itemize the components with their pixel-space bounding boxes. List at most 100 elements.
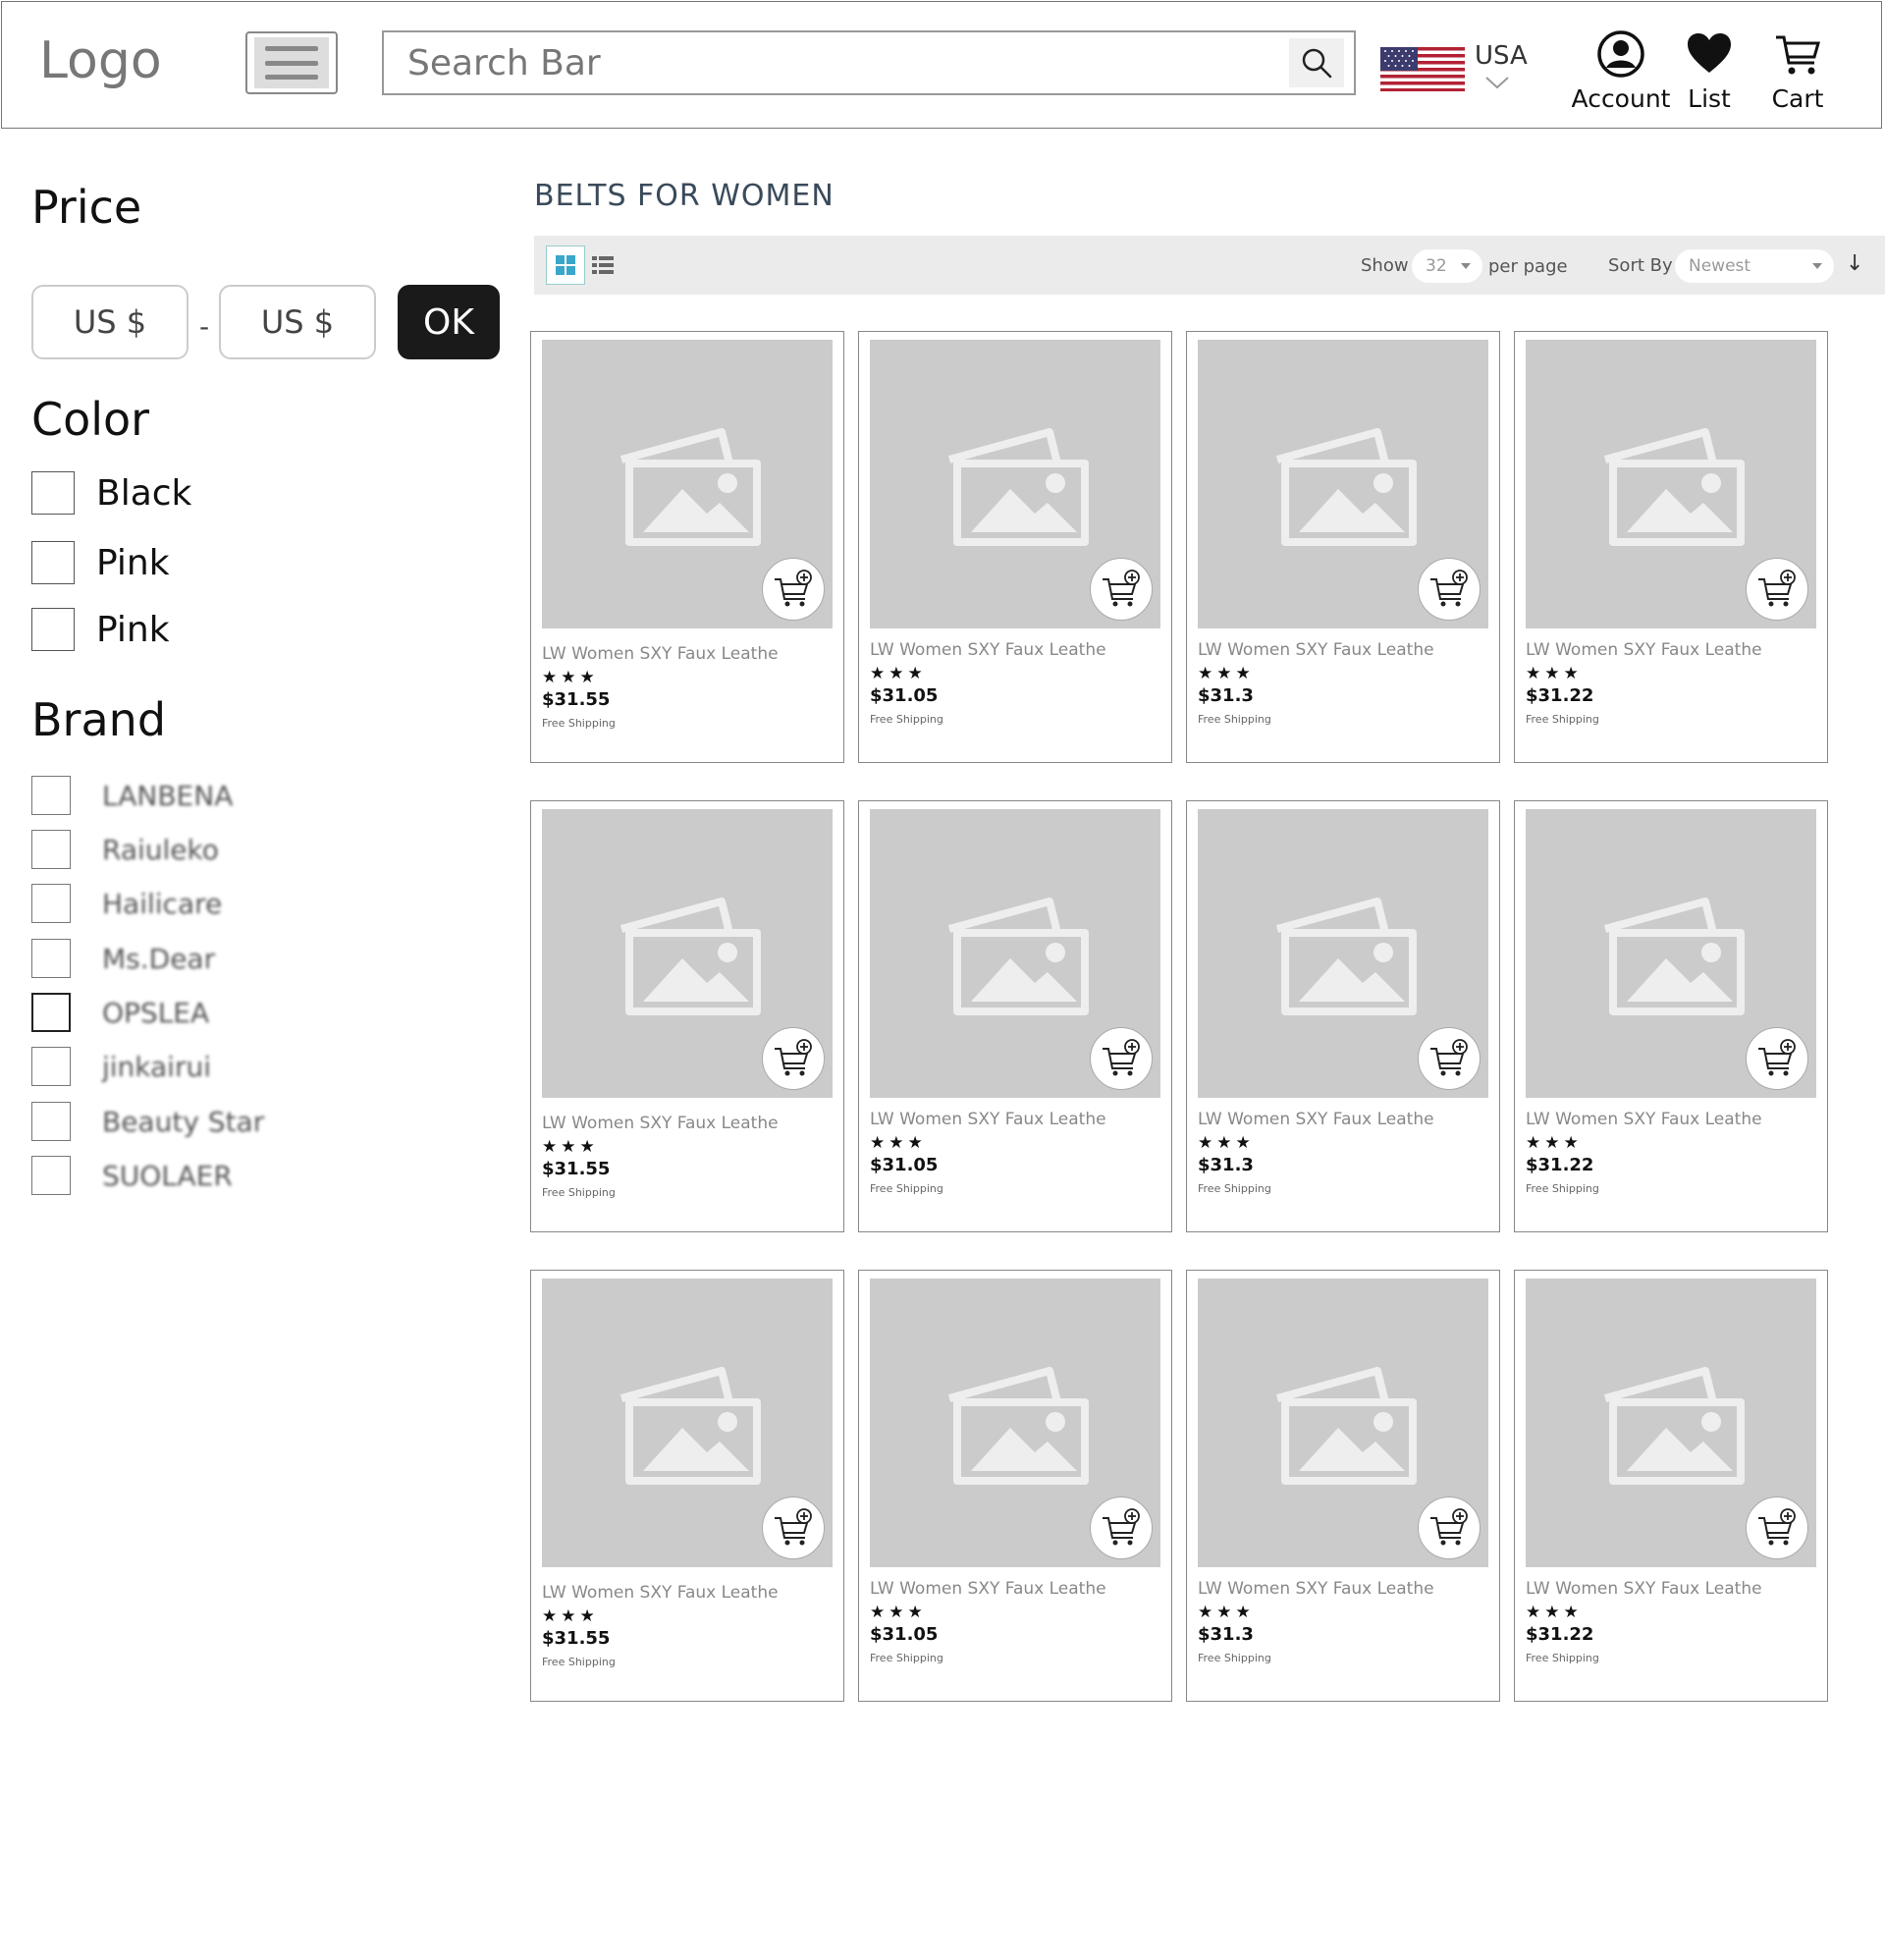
brand-option[interactable]: OPSLEA [31,993,209,1032]
sort-by-label: Sort By [1608,255,1673,276]
add-to-cart-button[interactable] [1090,1027,1153,1090]
add-to-cart-button[interactable] [1090,558,1153,621]
product-image[interactable] [542,340,833,628]
chevron-down-icon[interactable] [1484,75,1510,90]
brand-option[interactable]: Beauty Star [31,1102,264,1141]
product-title[interactable]: LW Women SXY Faux Leathe [1526,1110,1762,1129]
brand-option[interactable]: LANBENA [31,776,233,815]
brand-option[interactable]: jinkairui [31,1047,211,1086]
product-image[interactable] [1198,340,1488,628]
country-selector[interactable]: USA [1475,41,1528,71]
product-image[interactable] [542,809,833,1098]
shipping-info: Free Shipping [542,717,616,730]
product-title[interactable]: LW Women SXY Faux Leathe [1198,1579,1434,1599]
checkbox[interactable] [31,776,71,815]
product-card[interactable]: LW Women SXY Faux Leathe ★★★ $31.22 Free Sh… [1514,1270,1828,1702]
product-title[interactable]: LW Women SXY Faux Leathe [870,640,1106,660]
add-to-cart-button[interactable] [1090,1497,1153,1559]
search-input[interactable] [407,42,1252,83]
checkbox[interactable] [31,939,71,978]
price-ok-button[interactable]: OK [398,285,500,359]
product-image[interactable] [1526,1279,1816,1567]
product-title[interactable]: LW Women SXY Faux Leathe [542,1583,779,1603]
checkbox[interactable] [31,541,75,584]
brand-option[interactable]: Ms.Dear [31,939,215,978]
add-to-cart-button[interactable] [762,1497,825,1559]
add-to-cart-icon [1758,570,1796,607]
checkbox[interactable] [31,1047,71,1086]
color-label: Pink [96,542,170,583]
cart-button[interactable]: Cart [1753,29,1842,113]
add-to-cart-button[interactable] [1746,1027,1808,1090]
product-card[interactable]: LW Women SXY Faux Leathe ★★★ $31.55 Free Sh… [530,331,844,763]
add-to-cart-button[interactable] [1418,558,1481,621]
per-page-select[interactable]: 32 [1412,249,1482,283]
checkbox[interactable] [31,993,71,1032]
image-placeholder-icon [1603,1367,1745,1485]
product-title[interactable]: LW Women SXY Faux Leathe [870,1579,1106,1599]
product-image[interactable] [1526,809,1816,1098]
brand-option[interactable]: Raiuleko [31,830,219,869]
add-to-cart-button[interactable] [762,558,825,621]
account-button[interactable]: Account [1572,29,1670,113]
checkbox[interactable] [31,471,75,515]
product-card[interactable]: LW Women SXY Faux Leathe ★★★ $31.22 Free Sh… [1514,800,1828,1232]
color-label: Black [96,472,192,514]
add-to-cart-icon [775,1039,812,1076]
product-card[interactable]: LW Women SXY Faux Leathe ★★★ $31.05 Free Sh… [858,331,1172,763]
product-image[interactable] [1526,340,1816,628]
price-max-input[interactable]: US $ [219,285,376,359]
search-button[interactable] [1289,38,1344,87]
product-card[interactable]: LW Women SXY Faux Leathe ★★★ $31.55 Free Sh… [530,800,844,1232]
checkbox[interactable] [31,1156,71,1195]
add-to-cart-button[interactable] [1418,1497,1481,1559]
product-price: $31.22 [1526,685,1594,706]
image-placeholder-icon [619,1367,761,1485]
add-to-cart-button[interactable] [1746,558,1808,621]
product-title[interactable]: LW Women SXY Faux Leathe [542,644,779,664]
add-to-cart-button[interactable] [762,1027,825,1090]
site-logo[interactable]: Logo [39,31,162,90]
product-price: $31.3 [1198,1624,1254,1645]
brand-option[interactable]: Hailicare [31,884,222,923]
color-option-black[interactable]: Black [31,471,191,515]
product-image[interactable] [870,1279,1160,1567]
product-card[interactable]: LW Women SXY Faux Leathe ★★★ $31.3 Free Shi… [1186,331,1500,763]
wishlist-button[interactable]: List [1665,29,1753,113]
product-image[interactable] [870,809,1160,1098]
wishlist-label: List [1688,84,1731,113]
product-image[interactable] [870,340,1160,628]
product-title[interactable]: LW Women SXY Faux Leathe [1198,640,1434,660]
grid-view-button[interactable] [546,245,585,285]
product-card[interactable]: LW Women SXY Faux Leathe ★★★ $31.55 Free Sh… [530,1270,844,1702]
grid-view-icon [556,255,575,275]
product-card[interactable]: LW Women SXY Faux Leathe ★★★ $31.05 Free Sh… [858,1270,1172,1702]
checkbox[interactable] [31,830,71,869]
usa-flag-icon[interactable] [1380,47,1465,91]
checkbox[interactable] [31,608,75,651]
checkbox[interactable] [31,1102,71,1141]
product-image[interactable] [1198,809,1488,1098]
color-option-pink-2[interactable]: Pink [31,608,170,651]
price-min-input[interactable]: US $ [31,285,188,359]
product-image[interactable] [1198,1279,1488,1567]
product-card[interactable]: LW Women SXY Faux Leathe ★★★ $31.05 Free Sh… [858,800,1172,1232]
product-title[interactable]: LW Women SXY Faux Leathe [870,1110,1106,1129]
product-card[interactable]: LW Women SXY Faux Leathe ★★★ $31.22 Free Sh… [1514,331,1828,763]
product-title[interactable]: LW Women SXY Faux Leathe [542,1114,779,1133]
hamburger-menu-button[interactable] [245,31,338,94]
brand-option[interactable]: SUOLAER [31,1156,233,1195]
product-card[interactable]: LW Women SXY Faux Leathe ★★★ $31.3 Free Shi… [1186,1270,1500,1702]
checkbox[interactable] [31,884,71,923]
add-to-cart-button[interactable] [1418,1027,1481,1090]
product-card[interactable]: LW Women SXY Faux Leathe ★★★ $31.3 Free Shi… [1186,800,1500,1232]
add-to-cart-button[interactable] [1746,1497,1808,1559]
product-title[interactable]: LW Women SXY Faux Leathe [1526,1579,1762,1599]
sort-select[interactable]: Newest [1675,249,1834,283]
product-title[interactable]: LW Women SXY Faux Leathe [1526,640,1762,660]
product-title[interactable]: LW Women SXY Faux Leathe [1198,1110,1434,1129]
product-image[interactable] [542,1279,833,1567]
color-option-pink[interactable]: Pink [31,541,170,584]
sort-direction-icon[interactable]: ↓ [1846,251,1863,276]
list-view-button[interactable] [583,245,622,285]
